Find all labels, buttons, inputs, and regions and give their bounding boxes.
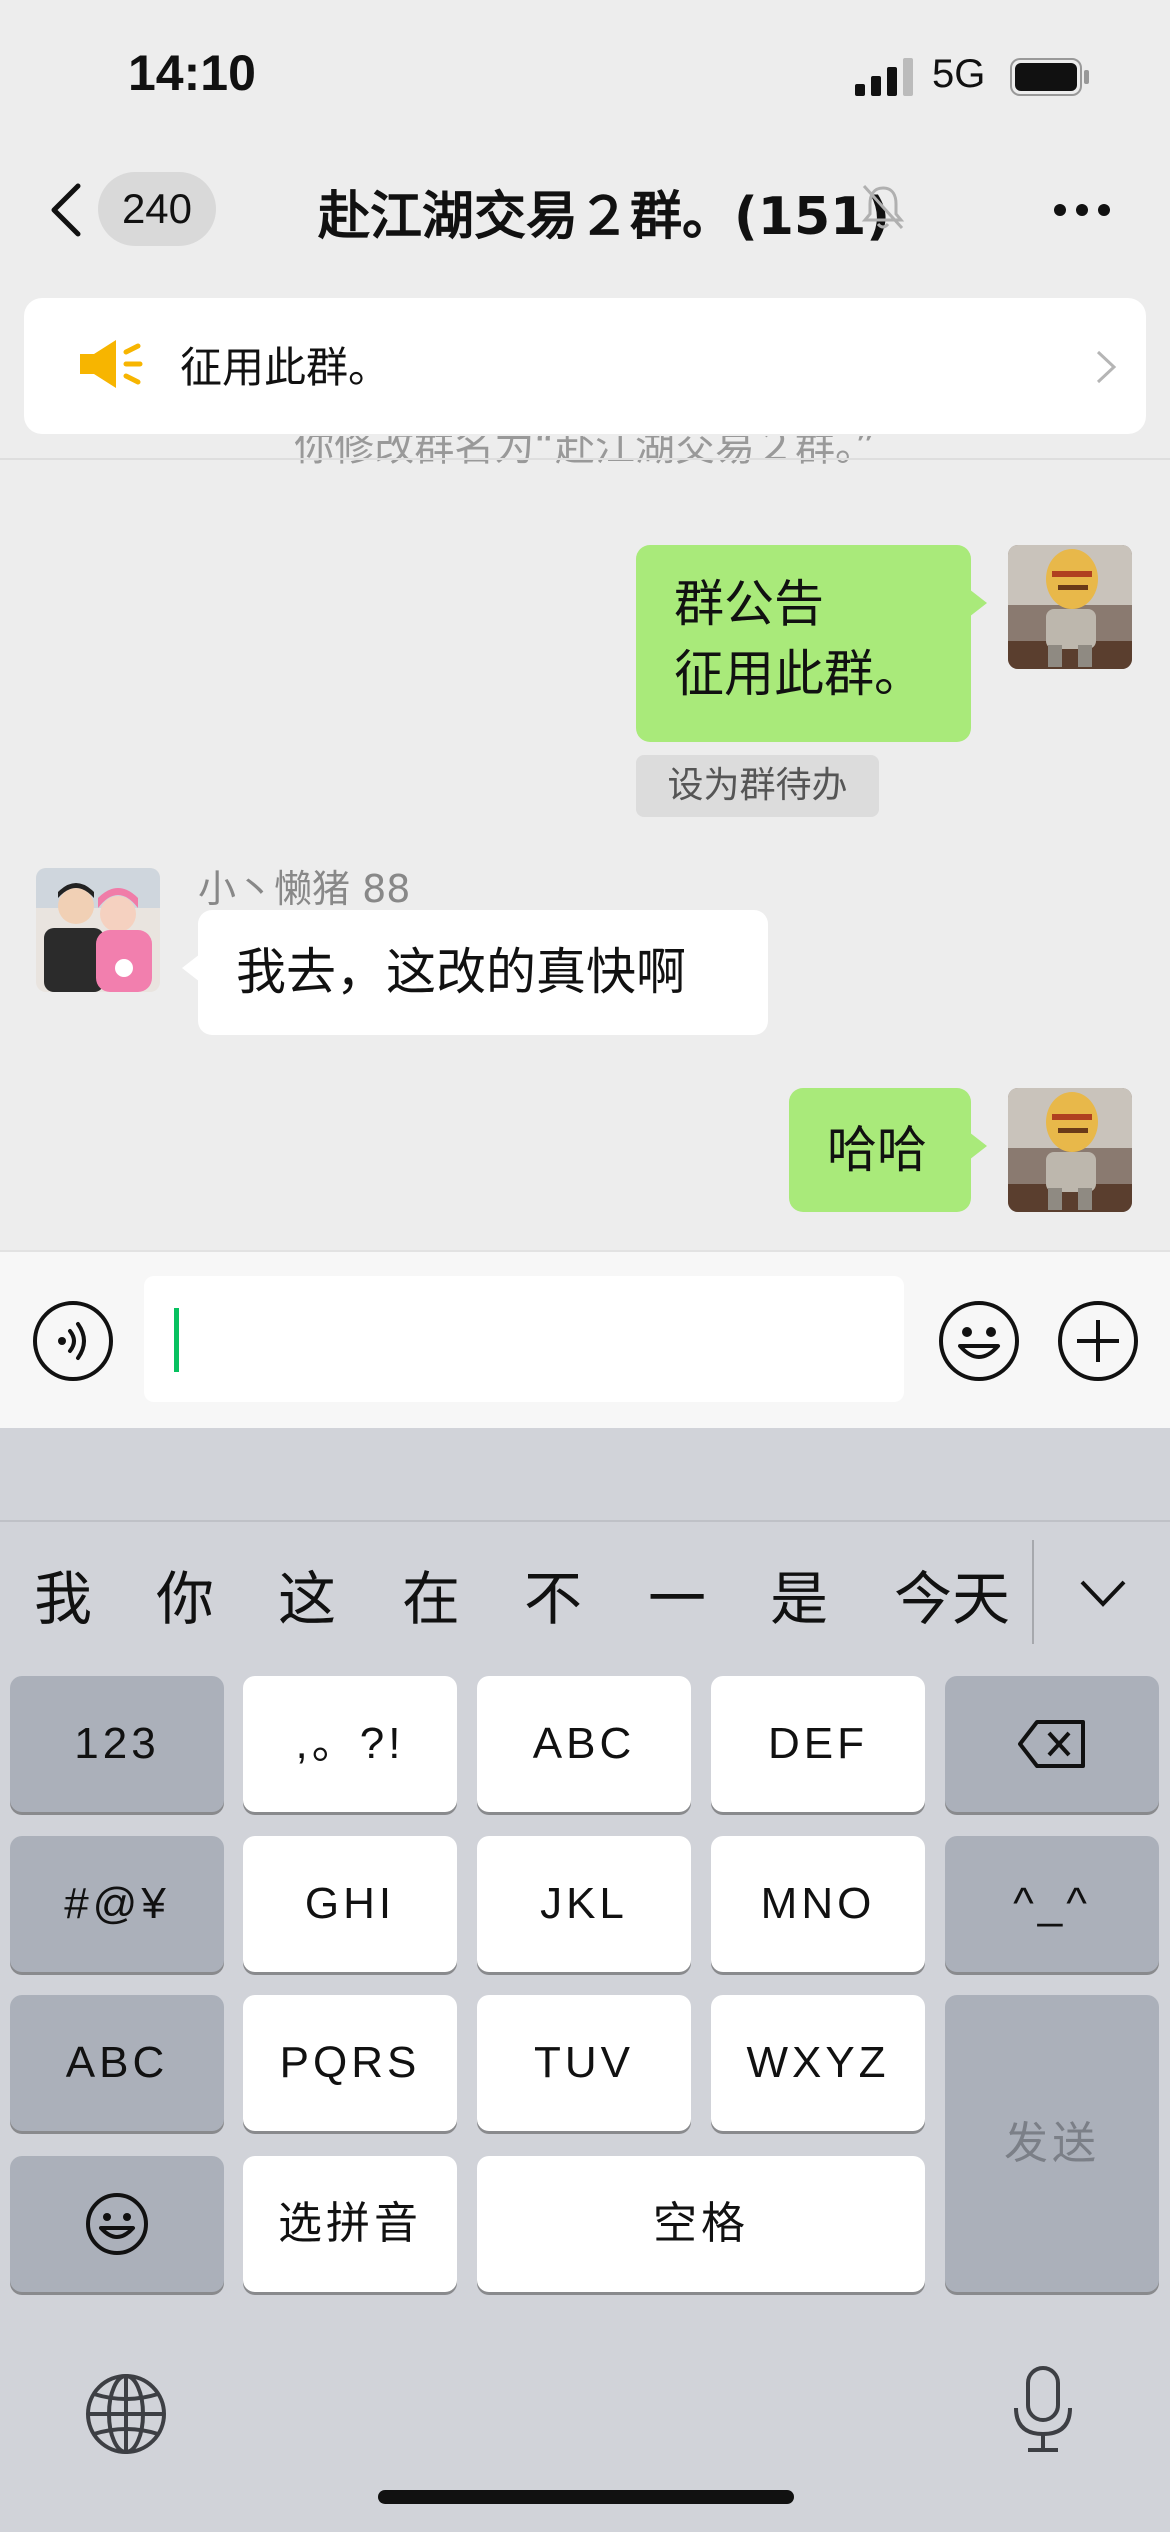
message-bubble-received[interactable]: 我去，这改的真快啊	[182, 910, 768, 1035]
key-emoji[interactable]	[10, 2156, 224, 2292]
candidate-separator	[1032, 1540, 1034, 1644]
back-icon[interactable]	[46, 180, 86, 240]
divider	[0, 458, 1170, 460]
candidate-word[interactable]: 今天	[894, 1552, 1010, 1636]
key-space[interactable]: 空格	[477, 2156, 925, 2292]
megaphone-icon	[80, 340, 143, 388]
key-backspace[interactable]	[945, 1676, 1159, 1812]
system-message: 你修改群名为“赴江湖交易２群。”	[294, 436, 876, 466]
message-input[interactable]	[144, 1276, 904, 1402]
message-bubble-sent[interactable]: 群公告 征用此群。	[636, 545, 987, 742]
keyboard-toolbar	[0, 1428, 1170, 1522]
group-notice-banner[interactable]: 征用此群。	[24, 298, 1146, 434]
text-caret	[174, 1308, 179, 1372]
my-avatar[interactable]	[1008, 545, 1132, 669]
notice-text: 征用此群。	[180, 343, 391, 392]
home-indicator	[378, 2490, 794, 2504]
cellular-signal-icon	[855, 58, 913, 96]
candidate-bar: 我 你 这 在 不 一 是 今天	[0, 1524, 1170, 1633]
backspace-icon	[1018, 1720, 1085, 1768]
candidate-word[interactable]: 我	[34, 1552, 92, 1636]
more-icon[interactable]	[1052, 198, 1112, 222]
key-abc[interactable]: ABC	[477, 1676, 691, 1812]
candidate-word[interactable]: 在	[402, 1552, 460, 1636]
key-abc-switch[interactable]: ABC	[10, 1995, 224, 2131]
key-jkl[interactable]: JKL	[477, 1836, 691, 1972]
emoji-icon	[86, 2193, 148, 2255]
voice-input-icon[interactable]	[32, 1300, 114, 1382]
message-line: 征用此群。	[674, 645, 924, 703]
my-avatar[interactable]	[1008, 1088, 1132, 1212]
keyboard: 我 你 这 在 不 一 是 今天	[0, 1428, 1170, 2532]
candidate-word[interactable]: 你	[156, 1552, 214, 1636]
candidate-word[interactable]: 这	[278, 1552, 336, 1636]
message-line: 群公告	[674, 575, 824, 633]
sender-name: 小丶懒猪 88	[198, 867, 411, 911]
network-type: 5G	[932, 52, 986, 96]
key-wxyz[interactable]: WXYZ	[711, 1995, 925, 2131]
emoji-icon[interactable]	[938, 1300, 1020, 1382]
key-ghi[interactable]: GHI	[243, 1836, 457, 1972]
status-bar: 14:10 5G	[0, 0, 1170, 140]
muted-bell-icon	[861, 184, 905, 230]
key-symbols[interactable]: #@¥	[10, 1836, 224, 1972]
globe-icon[interactable]	[84, 2372, 168, 2456]
send-key[interactable]: 发送	[945, 1995, 1159, 2292]
sender-avatar[interactable]	[36, 868, 160, 992]
key-pqrs[interactable]: PQRS	[243, 1995, 457, 2131]
key-punctuation[interactable]: ,。?!	[243, 1676, 457, 1812]
unread-count-badge[interactable]: 240	[98, 172, 216, 246]
chevron-down-icon[interactable]	[1078, 1576, 1128, 1610]
key-emoticon[interactable]: ^_^	[945, 1836, 1159, 1972]
message-bubble-sent[interactable]: 哈哈	[789, 1088, 987, 1212]
chat-title[interactable]: 赴江湖交易２群。(151)	[318, 174, 890, 249]
chevron-right-icon	[1096, 350, 1117, 384]
chat-input-bar	[0, 1250, 1170, 1428]
status-time: 14:10	[128, 45, 256, 101]
key-123[interactable]: 123	[10, 1676, 224, 1812]
plus-icon[interactable]	[1057, 1300, 1139, 1382]
key-mno[interactable]: MNO	[711, 1836, 925, 1972]
candidate-word[interactable]: 不	[524, 1552, 582, 1636]
chat-navbar: 240 赴江湖交易２群。(151)	[0, 160, 1170, 260]
key-tuv[interactable]: TUV	[477, 1995, 691, 2131]
microphone-icon[interactable]	[1008, 2364, 1078, 2454]
key-select-pinyin[interactable]: 选拼音	[243, 2156, 457, 2292]
set-as-todo-button[interactable]: 设为群待办	[636, 755, 879, 817]
key-def[interactable]: DEF	[711, 1676, 925, 1812]
battery-icon	[1010, 58, 1089, 96]
candidate-word[interactable]: 是	[770, 1552, 828, 1636]
candidate-word[interactable]: 一	[648, 1552, 706, 1636]
